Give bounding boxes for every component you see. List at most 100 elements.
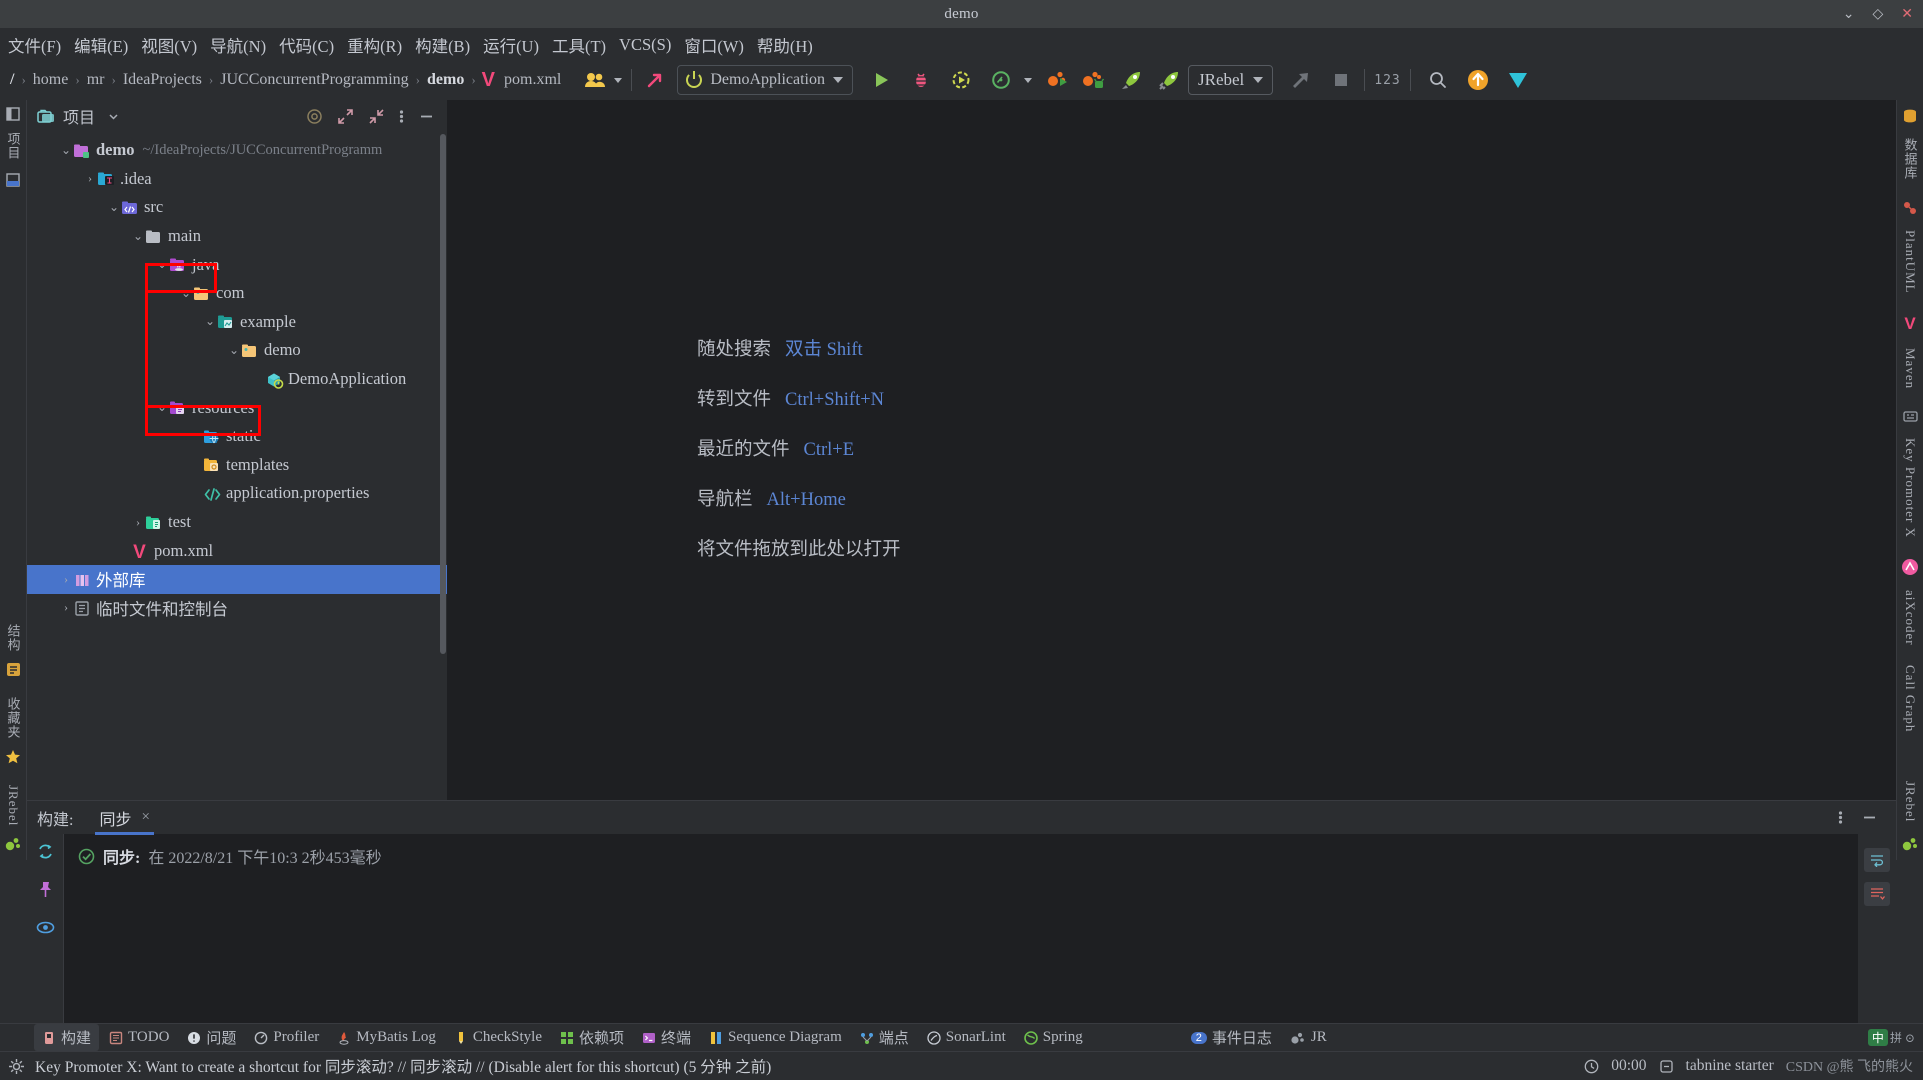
soft-wrap-icon[interactable] bbox=[1864, 848, 1890, 872]
minimize-icon[interactable]: ⌄ bbox=[1843, 6, 1855, 23]
jrebel-right-icon[interactable] bbox=[1901, 836, 1919, 852]
chevron-down-icon[interactable]: ⌄ bbox=[203, 314, 217, 329]
build-tab-sync[interactable]: 同步 × bbox=[95, 801, 154, 835]
jrebel-run-icon[interactable] bbox=[1044, 66, 1072, 94]
menu-build[interactable]: 构建(B) bbox=[415, 33, 470, 57]
tree-row-scratches[interactable]: › 临时文件和控制台 bbox=[27, 594, 447, 623]
plugin-icon[interactable] bbox=[1504, 66, 1532, 94]
breadcrumb-mr[interactable]: mr bbox=[83, 71, 109, 89]
tool-tab-problems[interactable]: 问题 bbox=[179, 1024, 244, 1051]
project-tree[interactable]: ⌄ demo ~/IdeaProjects/JUCConcurrentProgr… bbox=[27, 132, 447, 860]
tabnine-label[interactable]: tabnine starter bbox=[1686, 1057, 1774, 1075]
tool-tab-mybatis-log[interactable]: MyBatis Log bbox=[329, 1026, 444, 1049]
chevron-down-icon[interactable]: ⌄ bbox=[131, 229, 145, 244]
profiler-dropdown-icon[interactable] bbox=[1024, 77, 1032, 83]
rocket-run-icon[interactable] bbox=[1118, 66, 1146, 94]
sidebar-item-call-graph[interactable]: Call Graph bbox=[1902, 665, 1918, 732]
chevron-down-icon[interactable]: ⌄ bbox=[227, 343, 241, 358]
tool-tab-endpoints[interactable]: 端点 bbox=[852, 1024, 917, 1051]
chevron-right-icon[interactable]: › bbox=[131, 515, 145, 530]
jrebel-debug-icon[interactable] bbox=[1080, 66, 1108, 94]
project-view-chevron-down-icon[interactable] bbox=[107, 110, 120, 123]
profiler-icon[interactable] bbox=[987, 66, 1015, 94]
menu-run[interactable]: 运行(U) bbox=[483, 33, 539, 57]
tree-row-main[interactable]: ⌄ main bbox=[27, 222, 447, 251]
menu-window[interactable]: 窗口(W) bbox=[684, 33, 744, 57]
maximize-icon[interactable]: ◇ bbox=[1872, 6, 1883, 23]
chevron-right-icon[interactable]: › bbox=[59, 572, 73, 587]
jrebel-chevron-down-icon[interactable] bbox=[1253, 77, 1264, 83]
project-tree-vertical-scrollbar[interactable] bbox=[440, 134, 447, 694]
plantuml-icon[interactable] bbox=[1902, 200, 1918, 216]
hide-panel-icon[interactable] bbox=[1861, 809, 1878, 826]
database-icon[interactable] bbox=[1902, 108, 1918, 124]
left-tool-strip[interactable]: 项目 结构 收藏夹 JRebel bbox=[0, 100, 27, 860]
chevron-down-icon[interactable]: ⌄ bbox=[155, 400, 169, 415]
tree-row-application-properties[interactable]: application.properties bbox=[27, 479, 447, 508]
chevron-right-icon[interactable]: › bbox=[59, 600, 73, 615]
tool-tab-sonarlint[interactable]: SonarLint bbox=[919, 1026, 1014, 1049]
tool-tab-spring[interactable]: Spring bbox=[1016, 1026, 1091, 1049]
structure-tool-icon[interactable] bbox=[6, 662, 21, 677]
chevron-right-icon[interactable]: › bbox=[83, 171, 97, 186]
sidebar-item-key-promoter[interactable]: Key Promoter X bbox=[1902, 438, 1918, 538]
tool-tab-sequence-diagram[interactable]: Sequence Diagram bbox=[701, 1026, 850, 1049]
run-configuration-selector[interactable]: DemoApplication bbox=[677, 65, 853, 95]
pin-icon[interactable] bbox=[36, 880, 55, 899]
maven-tool-icon[interactable]: V bbox=[1904, 314, 1915, 334]
tool-tab-jrebel[interactable]: JR bbox=[1282, 1026, 1335, 1049]
chevron-down-icon[interactable]: ⌄ bbox=[107, 200, 121, 215]
sidebar-item-jrebel-right[interactable]: JRebel bbox=[1902, 781, 1918, 822]
select-opened-file-icon[interactable] bbox=[306, 108, 323, 125]
tree-row-demo[interactable]: ⌄ demo ~/IdeaProjects/JUCConcurrentProgr… bbox=[27, 136, 447, 165]
hide-panel-icon[interactable] bbox=[418, 108, 435, 125]
menu-view[interactable]: 视图(V) bbox=[141, 33, 197, 57]
eye-icon[interactable] bbox=[36, 918, 55, 937]
sidebar-item-database[interactable]: 数据库 bbox=[1901, 138, 1920, 180]
breadcrumb-root[interactable]: / bbox=[6, 71, 18, 89]
sidebar-item-project[interactable]: 项目 bbox=[4, 132, 23, 160]
settings-gear-icon[interactable] bbox=[8, 1058, 25, 1075]
menu-code[interactable]: 代码(C) bbox=[279, 33, 334, 57]
breadcrumb-home[interactable]: home bbox=[29, 71, 73, 89]
tree-row-com[interactable]: ⌄ com bbox=[27, 279, 447, 308]
chevron-down-icon[interactable]: ⌄ bbox=[59, 143, 73, 158]
jrebel-tool-icon[interactable] bbox=[4, 836, 22, 852]
debug-icon[interactable] bbox=[907, 66, 935, 94]
tree-row-java[interactable]: ⌄ java bbox=[27, 250, 447, 279]
line-numbers-toggle[interactable]: 123 bbox=[1374, 73, 1400, 88]
project-tool-icon[interactable] bbox=[5, 106, 21, 122]
close-icon[interactable]: ✕ bbox=[1901, 6, 1913, 23]
update-project-icon[interactable] bbox=[641, 66, 669, 94]
breadcrumb-juc[interactable]: JUCConcurrentProgramming bbox=[216, 71, 412, 89]
update-available-icon[interactable] bbox=[1464, 66, 1492, 94]
stop-icon[interactable] bbox=[1327, 66, 1355, 94]
scroll-to-end-icon[interactable] bbox=[1864, 882, 1890, 906]
tool-tab-dependencies[interactable]: 依赖项 bbox=[552, 1024, 632, 1051]
tree-row-resources[interactable]: ⌄ resources bbox=[27, 393, 447, 422]
sidebar-item-favorites[interactable]: 收藏夹 bbox=[4, 697, 23, 739]
breadcrumb-pom[interactable]: pom.xml bbox=[500, 71, 565, 89]
sync-result-row[interactable]: 同步: 在 2022/8/21 下午10:3 2秒453毫秒 bbox=[78, 844, 1858, 868]
menu-refactor[interactable]: 重构(R) bbox=[347, 33, 402, 57]
tree-row-test[interactable]: › test bbox=[27, 508, 447, 537]
chevron-down-icon[interactable]: ⌄ bbox=[155, 257, 169, 272]
sidebar-item-structure[interactable]: 结构 bbox=[4, 624, 23, 652]
tool-tab-build[interactable]: 构建 bbox=[34, 1024, 100, 1051]
right-tool-strip[interactable]: 数据库 PlantUML V Maven Key Promoter X aiXc… bbox=[1896, 100, 1923, 860]
menu-navigate[interactable]: 导航(N) bbox=[210, 33, 266, 57]
jrebel-selector[interactable]: JRebel bbox=[1188, 65, 1274, 95]
tree-row-idea[interactable]: › .idea bbox=[27, 165, 447, 194]
ime-indicator-area[interactable]: 中 拼 ⊙ bbox=[1867, 1029, 1923, 1046]
tree-row-pom-xml[interactable]: V pom.xml bbox=[27, 536, 447, 565]
tool-tab-todo[interactable]: TODO bbox=[101, 1026, 177, 1049]
sidebar-item-jrebel[interactable]: JRebel bbox=[5, 785, 21, 826]
tree-row-templates[interactable]: templates bbox=[27, 451, 447, 480]
bottom-tool-tabs[interactable]: 构建 TODO 问题 Profiler MyBatis Log CheckSty… bbox=[0, 1023, 1923, 1051]
people-dropdown-icon[interactable] bbox=[614, 77, 623, 83]
build-gutter-toolbar[interactable] bbox=[27, 834, 63, 1023]
tree-row-demoapplication[interactable]: DemoApplication bbox=[27, 365, 447, 394]
rocket-debug-icon[interactable] bbox=[1156, 66, 1184, 94]
tree-row-src[interactable]: ⌄ src bbox=[27, 193, 447, 222]
commit-tool-icon[interactable] bbox=[5, 172, 21, 188]
